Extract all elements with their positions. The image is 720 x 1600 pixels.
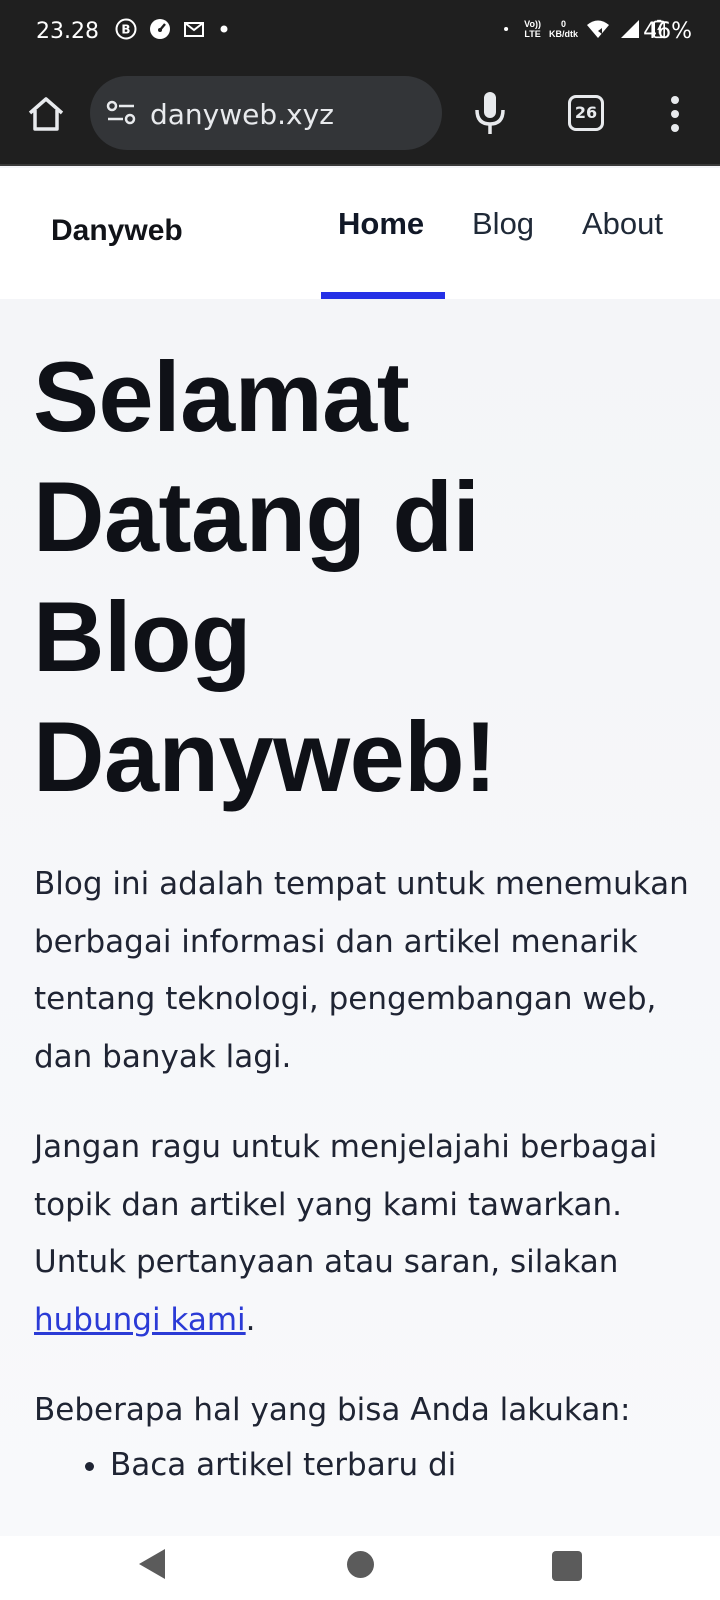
battery-percent: 46% xyxy=(643,19,692,44)
wifi-icon xyxy=(587,20,609,38)
speedometer-icon xyxy=(150,19,170,39)
main-content: Selamat Datang di Blog Danyweb! Blog ini… xyxy=(0,299,720,1536)
contact-paragraph: Jangan ragu untuk menjelajahi berbagai t… xyxy=(34,1119,694,1349)
svg-text:B: B xyxy=(121,23,130,37)
contact-end: . xyxy=(245,1301,256,1338)
browser-toolbar: danyweb.xyz 26 xyxy=(0,62,720,166)
microphone-icon[interactable] xyxy=(470,90,510,136)
site-info-icon[interactable] xyxy=(106,99,136,127)
volte-indicator: Vo)) LTE xyxy=(524,19,541,39)
net-speed-value: 0 xyxy=(560,19,566,29)
net-speed: 0 KB/dtk xyxy=(549,19,578,39)
page-title: Selamat Datang di Blog Danyweb! xyxy=(33,341,497,812)
contact-text: Jangan ragu untuk menjelajahi berbagai t… xyxy=(34,1129,658,1280)
nav-about-link[interactable]: About xyxy=(582,206,663,242)
url-text[interactable]: danyweb.xyz xyxy=(150,98,334,131)
things-heading: Beberapa hal yang bisa Anda lakukan: xyxy=(34,1392,631,1428)
volte-top: Vo)) xyxy=(524,19,541,29)
gmail-icon xyxy=(184,22,204,37)
dot-icon xyxy=(220,25,228,33)
dot-icon xyxy=(504,26,509,32)
contact-link[interactable]: hubungi kami xyxy=(34,1302,246,1338)
intro-paragraph: Blog ini adalah tempat untuk menemukan b… xyxy=(34,866,689,1075)
status-bar: 23.28 B Vo)) LTE 0 KB/dtk 46% xyxy=(0,0,720,62)
tab-switcher-button[interactable]: 26 xyxy=(568,95,604,131)
system-nav-bar xyxy=(0,1536,720,1600)
site-nav: Home Blog About xyxy=(0,168,720,299)
active-nav-indicator xyxy=(321,292,445,299)
things-list: Baca artikel terbaru di xyxy=(80,1447,456,1483)
notification-icons: B xyxy=(114,17,240,41)
nav-home-link[interactable]: Home xyxy=(338,206,424,242)
more-menu-icon[interactable] xyxy=(660,94,690,134)
net-speed-unit: KB/dtk xyxy=(549,29,578,39)
back-icon[interactable] xyxy=(137,1547,167,1581)
site-header: Danyweb Home Blog About xyxy=(0,168,720,299)
list-item: Baca artikel terbaru di xyxy=(110,1447,456,1483)
home-circle-icon[interactable] xyxy=(347,1551,374,1578)
recent-apps-icon[interactable] xyxy=(552,1551,582,1581)
volte-bottom: LTE xyxy=(524,29,541,39)
nav-blog-link[interactable]: Blog xyxy=(472,206,534,242)
home-icon[interactable] xyxy=(24,92,68,136)
address-bar[interactable]: danyweb.xyz xyxy=(90,76,442,150)
signal-icon xyxy=(621,20,639,38)
status-time: 23.28 xyxy=(36,19,99,44)
b-app-icon: B xyxy=(115,18,137,40)
